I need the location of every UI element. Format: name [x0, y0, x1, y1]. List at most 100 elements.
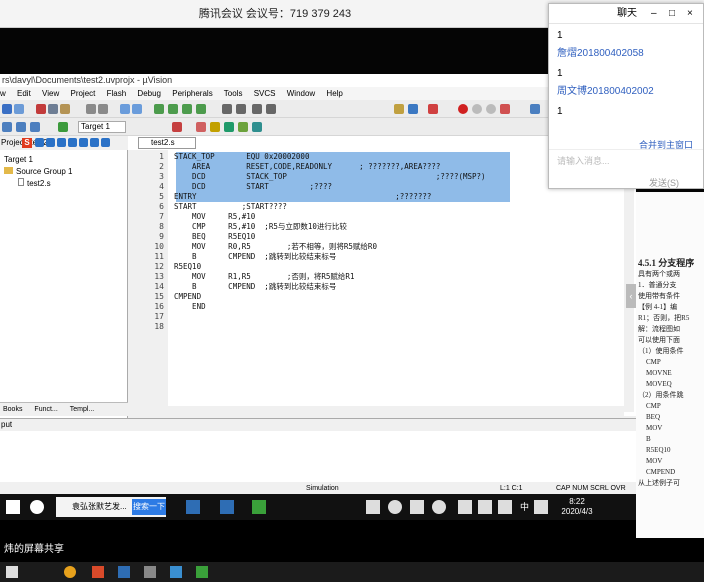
code-line[interactable]: END [174, 302, 206, 312]
menu-window[interactable]: Window [287, 89, 315, 98]
select-packs-icon[interactable] [210, 122, 220, 132]
menu-flash[interactable]: Flash [107, 89, 127, 98]
code-line[interactable]: MOV R0,R5 ;若不相等，则将R5赋给R0 [174, 242, 377, 252]
clear-breakpoints-icon[interactable] [486, 104, 496, 114]
code-line[interactable]: START ;START???? [174, 202, 287, 212]
send-button[interactable]: 发送(S) [649, 176, 679, 189]
menu-svcs[interactable]: SVCS [254, 89, 276, 98]
translate-icon[interactable] [2, 122, 12, 132]
app-icon-2[interactable] [220, 500, 234, 514]
load-icon[interactable] [58, 122, 68, 132]
code-line[interactable]: BEQ R5EQ10 [174, 232, 255, 242]
vertical-scrollbar[interactable] [624, 150, 634, 412]
tab-functions[interactable]: Funct... [31, 406, 57, 413]
build-icon[interactable] [16, 122, 26, 132]
host-app-icon-3[interactable] [144, 566, 156, 578]
code-line[interactable]: AREA RESET,CODE,READONLY ; ???????,AREA?… [174, 162, 440, 172]
unindent-icon[interactable] [236, 104, 246, 114]
code-line[interactable]: STACK_TOP EQU 0x20002000 [174, 152, 309, 162]
clear-bookmarks-icon[interactable] [196, 104, 206, 114]
chat-sender[interactable]: 周文博201800402002 [557, 86, 654, 98]
volume-icon[interactable] [498, 500, 512, 514]
host-app-icon-1[interactable] [92, 566, 104, 578]
menu-project[interactable]: Project [70, 89, 95, 98]
app-icon-1[interactable] [186, 500, 200, 514]
code-line[interactable]: B CMPEND ;跳转到比较结束标号 [174, 252, 336, 262]
tree-file[interactable]: test2.s [18, 178, 51, 190]
find-icon[interactable] [408, 104, 418, 114]
tray-icon-4[interactable] [432, 500, 446, 514]
debug-icon[interactable] [428, 104, 438, 114]
nav-forward-icon[interactable] [132, 104, 142, 114]
close-icon[interactable]: × [687, 4, 693, 24]
ime-punct-icon[interactable] [46, 137, 55, 147]
editor-tab[interactable]: test2.s [138, 137, 196, 149]
next-bookmark-icon[interactable] [182, 104, 192, 114]
search-button[interactable]: 搜索一下 [132, 499, 166, 515]
software-components-icon[interactable] [252, 122, 262, 132]
horizontal-scrollbar[interactable] [168, 406, 624, 416]
ime-indicator[interactable]: 中 [520, 500, 529, 513]
nav-back-icon[interactable] [120, 104, 130, 114]
chat-input[interactable]: 请输入消息... [557, 154, 610, 167]
menu-peripherals[interactable]: Peripherals [172, 89, 212, 98]
ime-skin-icon[interactable] [90, 137, 99, 147]
save-icon[interactable] [2, 104, 12, 114]
ime-lang-icon[interactable] [35, 137, 44, 147]
tray-icon-1[interactable] [366, 500, 380, 514]
ime-emoji-icon[interactable] [57, 137, 66, 147]
pack-installer-icon[interactable] [224, 122, 234, 132]
code-line[interactable]: R5EQ10 [174, 262, 201, 272]
breakpoint-icon[interactable] [458, 104, 468, 114]
options-for-target-icon[interactable] [172, 122, 182, 132]
sogou-icon[interactable]: S [22, 138, 32, 148]
code-line[interactable]: B CMPEND ;跳转到比较结束标号 [174, 282, 336, 292]
host-app-icon-4[interactable] [170, 566, 182, 578]
tree-group[interactable]: Source Group 1 [4, 166, 72, 178]
action-center-icon[interactable] [534, 500, 548, 514]
paste-icon[interactable] [60, 104, 70, 114]
target-select[interactable]: Target 1 [78, 121, 126, 133]
ime-keyboard-icon[interactable] [79, 137, 88, 147]
host-app-icon-5[interactable] [196, 566, 208, 578]
comment-icon[interactable] [252, 104, 262, 114]
clock[interactable]: 8:22 2020/4/3 [552, 497, 602, 517]
cut-icon[interactable] [36, 104, 46, 114]
prev-bookmark-icon[interactable] [168, 104, 178, 114]
window-layout-icon[interactable] [530, 104, 540, 114]
tray-icon-2[interactable] [388, 500, 402, 514]
chrome-icon[interactable] [64, 566, 76, 578]
menu-view[interactable]: View [42, 89, 59, 98]
host-start-icon[interactable] [6, 566, 18, 578]
uncomment-icon[interactable] [266, 104, 276, 114]
kill-breakpoints-icon[interactable] [500, 104, 510, 114]
menu-debug[interactable]: Debug [137, 89, 161, 98]
tab-templates[interactable]: Templ... [67, 406, 95, 413]
bookmark-icon[interactable] [154, 104, 164, 114]
chat-sender[interactable]: 詹熠201800402058 [557, 48, 644, 60]
menu-file[interactable]: w [0, 89, 6, 98]
indent-icon[interactable] [222, 104, 232, 114]
code-line[interactable]: MOV R1,R5 ;否则，将R5赋给R1 [174, 272, 354, 282]
code-line[interactable]: CMPEND [174, 292, 201, 302]
rebuild-icon[interactable] [30, 122, 40, 132]
copy-icon[interactable] [48, 104, 58, 114]
redo-icon[interactable] [98, 104, 108, 114]
code-line[interactable]: ENTRY ;??????? [174, 192, 431, 202]
ime-voice-icon[interactable] [68, 137, 77, 147]
code-line[interactable]: CMP R5,#10 ;R5与立即数10进行比较 [174, 222, 347, 232]
manage-project-icon[interactable] [196, 122, 206, 132]
undo-icon[interactable] [86, 104, 96, 114]
disable-breakpoint-icon[interactable] [472, 104, 482, 114]
code-line[interactable]: DCD START ;???? [174, 182, 332, 192]
save-all-icon[interactable] [14, 104, 24, 114]
menu-edit[interactable]: Edit [17, 89, 31, 98]
rte-icon[interactable] [238, 122, 248, 132]
tray-icon-3[interactable] [410, 500, 424, 514]
page-prev-arrow[interactable]: ‹ [626, 284, 636, 308]
menu-tools[interactable]: Tools [224, 89, 243, 98]
fan-icon[interactable] [30, 500, 44, 514]
find-in-files-icon[interactable] [394, 104, 404, 114]
tray-icon-5[interactable] [458, 500, 472, 514]
wifi-icon[interactable] [478, 500, 492, 514]
